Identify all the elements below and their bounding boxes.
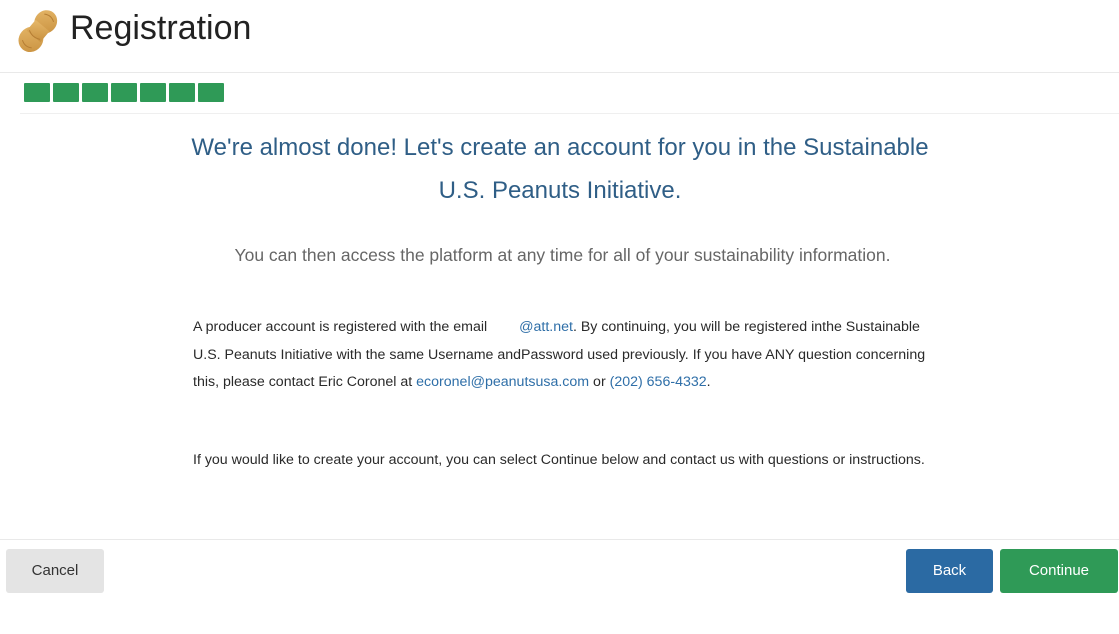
progress-step xyxy=(53,83,79,102)
progress-step xyxy=(82,83,108,102)
progress-step xyxy=(24,83,50,102)
progress-step xyxy=(198,83,224,102)
continue-button[interactable]: Continue xyxy=(1000,549,1118,593)
contact-phone-link[interactable]: (202) 656-4332 xyxy=(610,374,707,390)
registration-page: Registration We're almost done! Let's cr… xyxy=(0,0,1119,634)
account-info-text-start: A producer account is registered with th… xyxy=(193,319,492,335)
main-heading: We're almost done! Let's create an accou… xyxy=(191,134,929,204)
header: Registration xyxy=(0,0,1119,73)
registered-email: @att.net xyxy=(519,319,573,335)
footer-divider xyxy=(0,539,1119,540)
instructions-paragraph: If you would like to create your account… xyxy=(193,452,925,468)
contact-email-link[interactable]: ecoronel@peanutsusa.com xyxy=(416,374,589,390)
period-text: . xyxy=(706,374,711,390)
or-text: or xyxy=(589,374,610,390)
cancel-button[interactable]: Cancel xyxy=(6,549,104,593)
back-button[interactable]: Back xyxy=(906,549,993,593)
progress-divider xyxy=(20,113,1119,114)
peanut-icon xyxy=(18,10,58,53)
page-title: Registration xyxy=(70,9,252,47)
progress-bar xyxy=(24,83,224,102)
progress-step xyxy=(111,83,137,102)
progress-step xyxy=(140,83,166,102)
account-info-paragraph: A producer account is registered with th… xyxy=(193,314,943,397)
subheading: You can then access the platform at any … xyxy=(234,245,891,265)
progress-step xyxy=(169,83,195,102)
